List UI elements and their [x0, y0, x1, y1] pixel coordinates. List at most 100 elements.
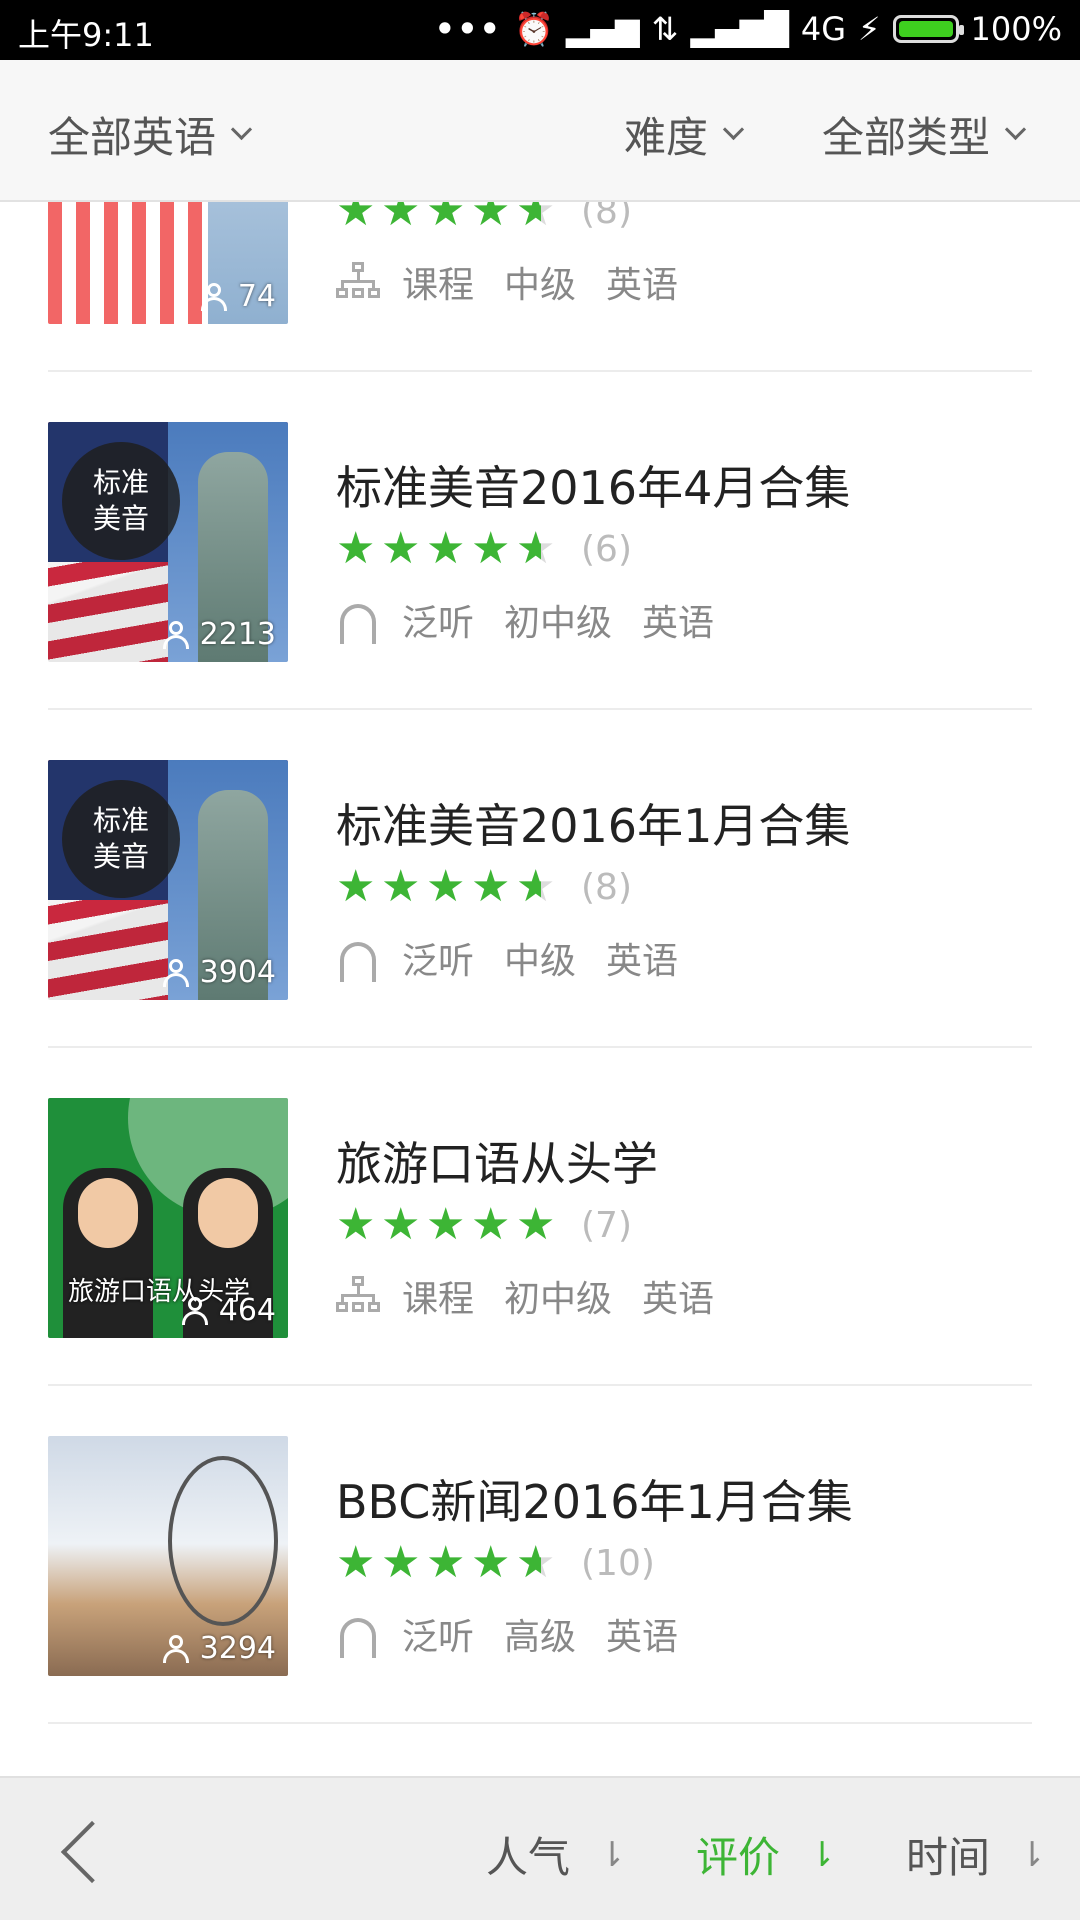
divider	[48, 1722, 1032, 1724]
star-icon: ★	[426, 1537, 466, 1588]
star-icon: ★ ★	[516, 202, 556, 236]
person-icon	[162, 958, 190, 987]
language-filter-label: 全部英语	[48, 113, 217, 162]
type-filter[interactable]: 全部类型	[822, 104, 1027, 165]
sort-rating[interactable]: 评价 ⇂	[696, 1824, 837, 1885]
rating-stars: ★ ★ ★ ★ ★ ★ (10)	[336, 1541, 655, 1585]
listener-count: 3904	[162, 955, 276, 990]
language-filter[interactable]: 全部英语	[48, 104, 253, 165]
chevron-down-icon	[230, 118, 253, 141]
sort-popularity[interactable]: 人气 ⇂	[486, 1824, 627, 1885]
star-icon: ★	[336, 523, 376, 574]
star-icon: ★	[471, 202, 511, 236]
item-level: 中级	[504, 941, 577, 982]
type-filter-label: 全部类型	[822, 113, 991, 162]
item-meta: 课程 中级 英语	[336, 256, 708, 308]
rating-count: (8)	[581, 202, 632, 232]
item-thumbnail: 74	[48, 202, 288, 324]
person-icon	[181, 1296, 209, 1325]
item-thumbnail: 标准 美音 2213	[48, 422, 288, 662]
filter-bar: 全部英语 难度 全部类型	[0, 60, 1080, 202]
battery-level: 100%	[970, 10, 1062, 48]
star-icon: ★	[471, 523, 511, 574]
item-level: 初中级	[504, 1279, 613, 1320]
status-bar: 上午9:11 ••• ⏰ ▂▄▆ ⇅ ▂▄▆█ 4G ⚡ 100%	[0, 0, 1080, 60]
rating-stars: ★ ★ ★ ★ ★ ★ (8)	[336, 865, 632, 909]
item-meta: 课程 初中级 英语	[336, 1270, 744, 1322]
sort-arrow-icon: ⇂	[808, 1834, 837, 1875]
chevron-down-icon	[722, 118, 745, 141]
sort-time[interactable]: 时间 ⇂	[906, 1824, 1047, 1885]
difficulty-filter-label: 难度	[624, 113, 709, 162]
person-icon	[200, 282, 228, 311]
item-meta: 泛听 中级 英语	[336, 932, 708, 984]
headphones-icon	[336, 600, 380, 644]
alarm-icon: ⏰	[513, 10, 554, 48]
course-tree-icon	[336, 1276, 380, 1316]
item-language: 英语	[606, 265, 679, 306]
rating-count: (6)	[581, 528, 632, 570]
listener-count: 2213	[162, 617, 276, 652]
star-icon: ★	[471, 1537, 511, 1588]
item-type: 课程	[402, 1279, 475, 1320]
star-icon: ★	[381, 202, 421, 236]
course-list: 74 ★ ★ ★ ★ ★ ★ (8) 课程 中级 英语 标准 美音 2213 标…	[0, 202, 1080, 1776]
difficulty-filter[interactable]: 难度	[624, 104, 745, 165]
more-notifications-icon: •••	[434, 10, 502, 48]
item-level: 高级	[504, 1617, 577, 1658]
star-icon: ★ ★	[516, 523, 556, 574]
item-thumbnail: 3294	[48, 1436, 288, 1676]
item-type: 课程	[402, 265, 475, 306]
chevron-down-icon	[1004, 118, 1027, 141]
person-icon	[162, 620, 190, 649]
rating-count: (8)	[581, 866, 632, 908]
signal-icon-2: ▂▄▆█	[690, 10, 789, 48]
list-item[interactable]: 标准 美音 3904 标准美音2016年1月合集 ★ ★ ★ ★ ★ ★ (8) 泛听 中级 …	[0, 710, 1080, 1048]
item-meta: 泛听 高级 英语	[336, 1608, 708, 1660]
item-title: BBC新闻2016年1月合集	[336, 1475, 853, 1529]
listener-count: 3294	[162, 1631, 276, 1666]
rating-stars: ★ ★ ★ ★ ★ ★ (8)	[336, 202, 632, 233]
item-language: 英语	[606, 1617, 679, 1658]
item-title: 标准美音2016年1月合集	[336, 799, 851, 853]
star-icon: ★	[516, 1199, 556, 1250]
item-thumbnail: 旅游口语从头学 464	[48, 1098, 288, 1338]
list-item[interactable]: 74 ★ ★ ★ ★ ★ ★ (8) 课程 中级 英语	[0, 202, 1080, 372]
status-time: 上午9:11	[18, 16, 154, 54]
star-icon: ★ ★	[516, 861, 556, 912]
headphones-icon	[336, 1614, 380, 1658]
network-type: 4G	[800, 10, 847, 48]
rating-count: (7)	[581, 1204, 632, 1246]
star-icon: ★	[381, 1199, 421, 1250]
sort-arrow-icon: ⇂	[598, 1834, 627, 1875]
item-type: 泛听	[402, 941, 475, 982]
cartoon-person-image	[63, 1168, 153, 1338]
rating-count: (10)	[581, 1542, 655, 1584]
item-language: 英语	[642, 603, 715, 644]
back-button[interactable]	[60, 1820, 120, 1880]
star-icon: ★	[336, 861, 376, 912]
thumbnail-badge: 标准 美音	[62, 442, 180, 560]
signal-icon: ▂▄▆	[565, 10, 640, 48]
person-icon	[162, 1634, 190, 1663]
item-thumbnail: 标准 美音 3904	[48, 760, 288, 1000]
headphones-icon	[336, 938, 380, 982]
star-icon: ★	[426, 523, 466, 574]
star-icon: ★	[381, 523, 421, 574]
star-icon: ★	[471, 1199, 511, 1250]
item-level: 中级	[504, 265, 577, 306]
list-item[interactable]: 标准 美音 2213 标准美音2016年4月合集 ★ ★ ★ ★ ★ ★ (6) 泛听 初中级…	[0, 372, 1080, 710]
rating-stars: ★ ★ ★ ★ ★ (7)	[336, 1203, 632, 1247]
sort-bar: 人气 ⇂ 评价 ⇂ 时间 ⇂	[0, 1776, 1080, 1920]
ferris-wheel-image	[168, 1456, 278, 1626]
item-title: 标准美音2016年4月合集	[336, 461, 851, 515]
star-icon: ★	[381, 1537, 421, 1588]
list-item[interactable]: 3294 BBC新闻2016年1月合集 ★ ★ ★ ★ ★ ★ (10) 泛听 高级 英语	[0, 1386, 1080, 1724]
star-icon: ★	[426, 202, 466, 236]
star-icon: ★	[426, 861, 466, 912]
list-item[interactable]: 旅游口语从头学 464 旅游口语从头学 ★ ★ ★ ★ ★ (7) 课程 初中级 英语	[0, 1048, 1080, 1386]
star-icon: ★	[336, 1199, 376, 1250]
item-type: 泛听	[402, 1617, 475, 1658]
status-icons: ••• ⏰ ▂▄▆ ⇅ ▂▄▆█ 4G ⚡ 100%	[435, 10, 1062, 48]
star-icon: ★	[426, 1199, 466, 1250]
